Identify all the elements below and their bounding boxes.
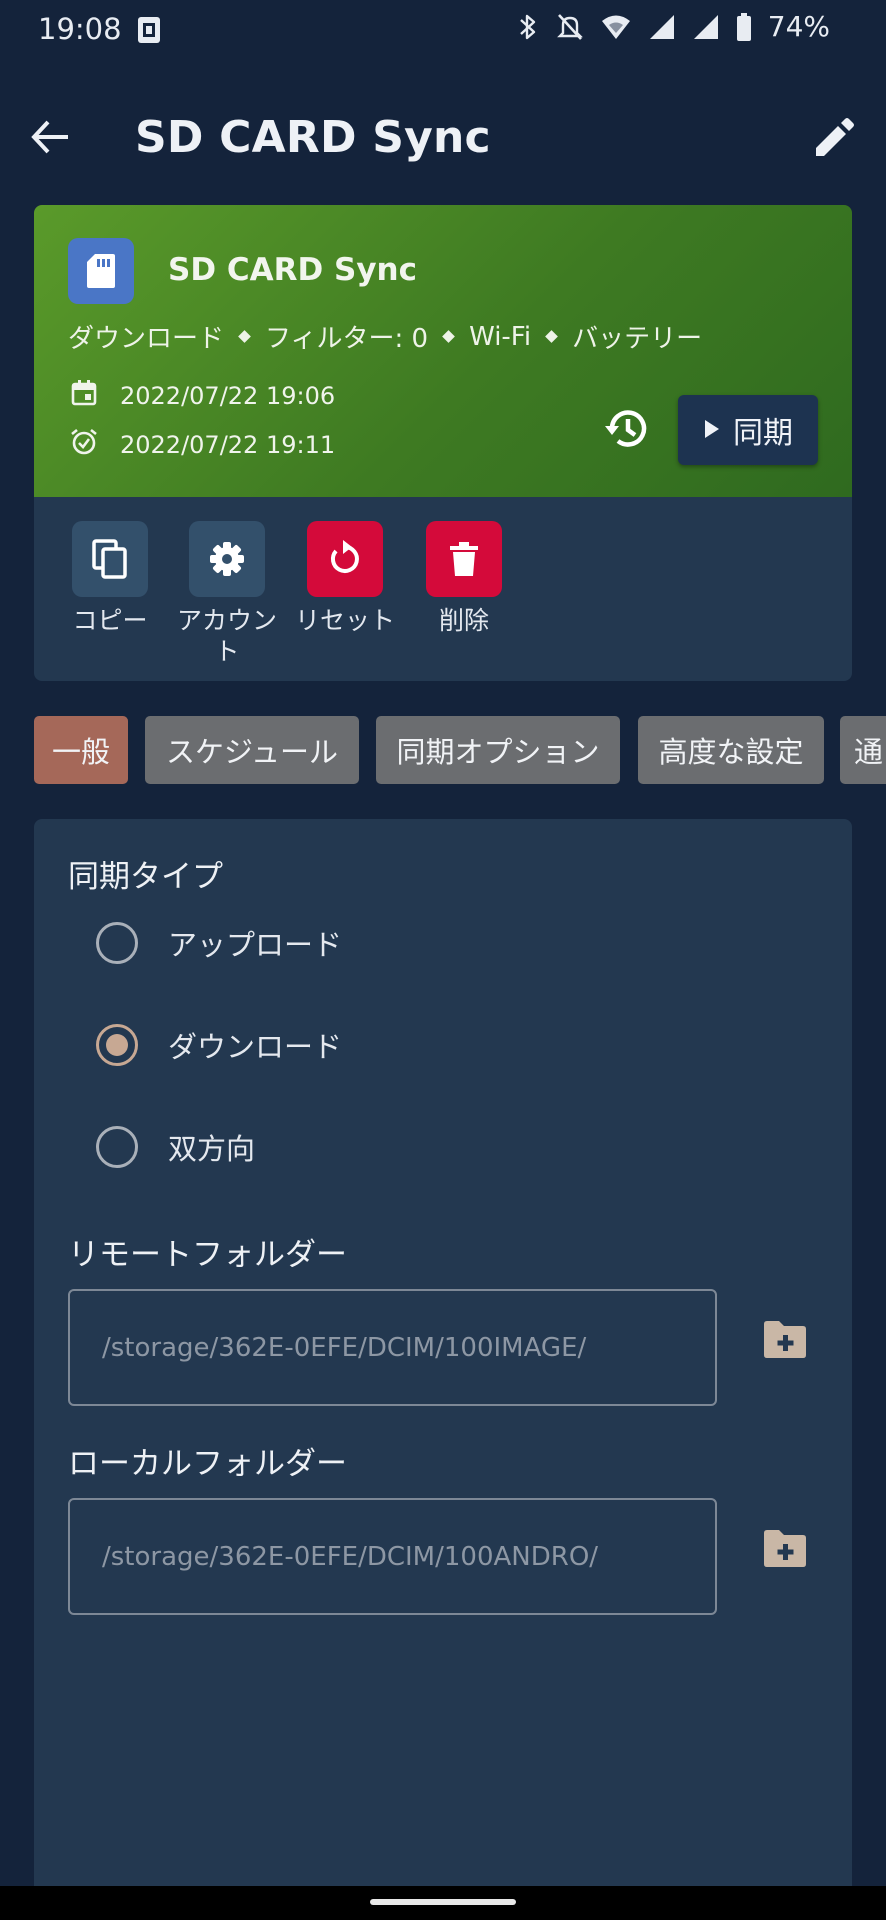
page-title: SD CARD Sync <box>135 112 491 163</box>
sync-type-label: 同期タイプ <box>68 859 223 895</box>
radio-button[interactable] <box>96 922 138 964</box>
tab-general[interactable]: 一般 <box>34 716 128 784</box>
account-button[interactable]: アカウント <box>168 521 286 668</box>
edit-pencil-icon[interactable] <box>812 116 856 160</box>
alarm-check-icon <box>70 428 98 462</box>
profile-summary: ダウンロード フィルター: 0 Wi-Fi バッテリー <box>68 318 702 355</box>
delete-label: 削除 <box>438 606 489 635</box>
signal-icon <box>648 13 676 41</box>
back-arrow-icon[interactable] <box>26 112 76 162</box>
next-sync-time: 2022/07/22 19:11 <box>120 431 336 459</box>
separator-diamond <box>238 330 251 343</box>
remote-folder-field[interactable] <box>68 1289 717 1406</box>
radio-two-way[interactable]: 双方向 <box>96 1126 255 1168</box>
radio-two-way-label: 双方向 <box>168 1132 256 1166</box>
gesture-handle[interactable] <box>370 1899 516 1905</box>
sync-button-label: 同期 <box>733 416 793 451</box>
reset-label: リセット <box>294 606 395 635</box>
calendar-icon <box>70 379 98 413</box>
radio-button[interactable] <box>96 1126 138 1168</box>
sync-button[interactable]: 同期 <box>678 395 818 465</box>
radio-download-label: ダウンロード <box>168 1030 343 1064</box>
folder-add-icon[interactable] <box>760 1527 810 1571</box>
status-icons: 74% <box>516 10 830 43</box>
reset-button[interactable]: リセット <box>286 521 404 636</box>
summary-sync-type: ダウンロード <box>68 324 225 354</box>
separator-diamond <box>545 330 558 343</box>
tab-sync-options[interactable]: 同期オプション <box>376 716 620 784</box>
reset-icon <box>307 521 383 597</box>
tab-schedule[interactable]: スケジュール <box>145 716 359 784</box>
bluetooth-icon <box>516 12 540 42</box>
status-time: 19:08 <box>38 12 122 46</box>
separator-diamond <box>442 330 455 343</box>
play-icon <box>703 413 721 448</box>
summary-filter: フィルター: 0 <box>265 324 429 354</box>
battery-icon <box>736 12 752 42</box>
wifi-icon <box>600 13 632 41</box>
trash-icon <box>426 521 502 597</box>
next-sync-row: 2022/07/22 19:11 <box>70 428 335 462</box>
signal-icon <box>692 13 720 41</box>
radio-upload[interactable]: アップロード <box>96 922 342 964</box>
remote-folder-label: リモートフォルダー <box>68 1237 347 1273</box>
copy-label: コピー <box>72 606 148 635</box>
delete-button[interactable]: 削除 <box>405 521 523 636</box>
gear-icon <box>189 521 265 597</box>
tab-advanced[interactable]: 高度な設定 <box>638 716 824 784</box>
account-label: アカウント <box>176 606 277 667</box>
summary-power: バッテリー <box>572 324 703 354</box>
battery-percentage: 74% <box>767 10 830 43</box>
local-folder-field[interactable] <box>68 1498 717 1615</box>
history-icon[interactable] <box>602 404 652 454</box>
sim-icon <box>132 14 166 46</box>
notifications-off-icon <box>556 12 584 42</box>
local-folder-input[interactable] <box>102 1541 715 1572</box>
last-sync-row: 2022/07/22 19:06 <box>70 379 335 413</box>
remote-folder-input[interactable] <box>102 1332 715 1363</box>
copy-icon <box>72 521 148 597</box>
folder-add-icon[interactable] <box>760 1318 810 1362</box>
radio-download[interactable]: ダウンロード <box>96 1024 342 1066</box>
copy-button[interactable]: コピー <box>51 521 169 636</box>
local-folder-label: ローカルフォルダー <box>68 1446 347 1482</box>
radio-button-checked[interactable] <box>96 1024 138 1066</box>
profile-name: SD CARD Sync <box>168 252 417 288</box>
tab-notifications[interactable]: 通 <box>840 716 886 784</box>
last-sync-time: 2022/07/22 19:06 <box>120 382 336 410</box>
summary-network: Wi-Fi <box>469 321 532 352</box>
sd-card-icon <box>68 238 134 304</box>
radio-upload-label: アップロード <box>168 928 343 962</box>
